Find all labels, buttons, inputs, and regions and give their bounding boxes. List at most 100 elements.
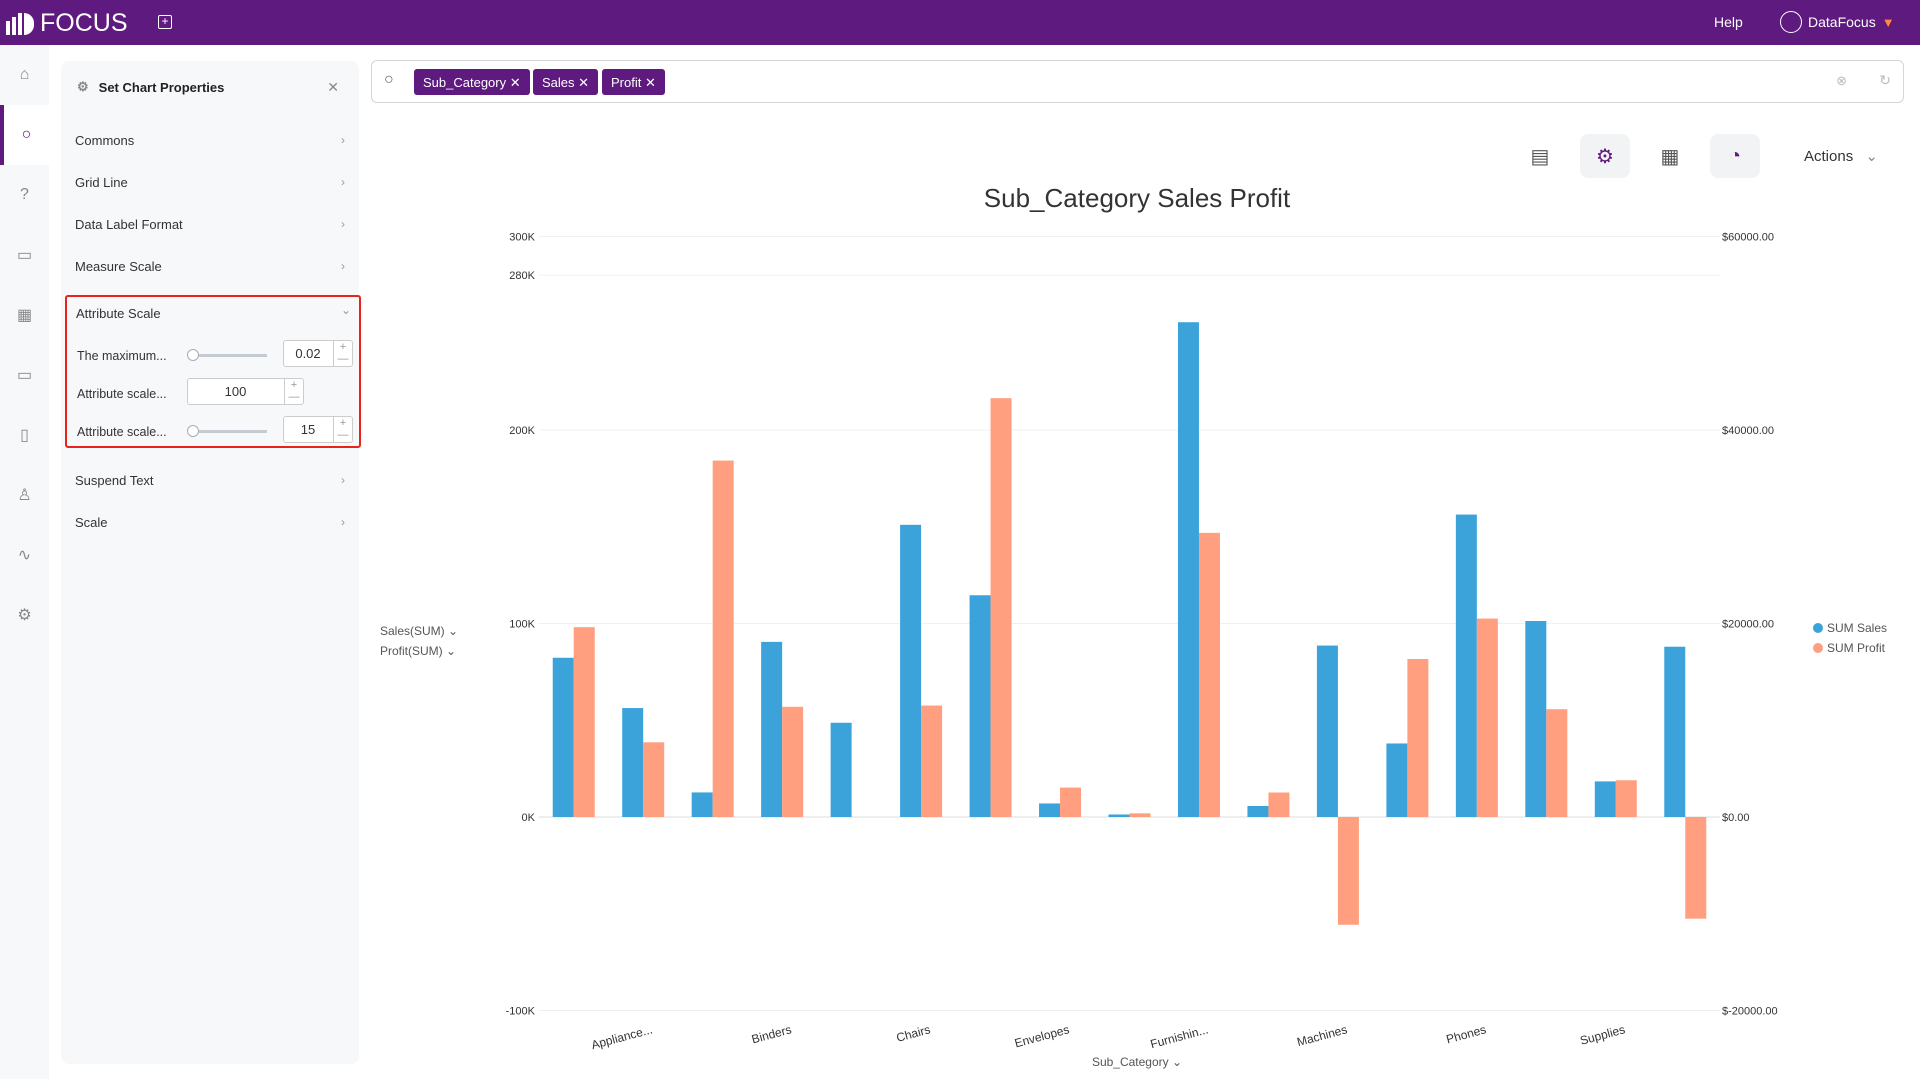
bar-profit-art (712, 460, 734, 817)
search-nav[interactable]: ○ (0, 105, 49, 165)
section-commons[interactable]: Commons › (75, 133, 351, 153)
max-input[interactable]: 0.02 + — (283, 340, 353, 367)
table-nav[interactable]: ▦ (0, 285, 49, 345)
search-bar[interactable]: ○ Sub_Category ✕ Sales ✕ Profit ✕ ⊗ ↻ (371, 60, 1904, 103)
bar-sales-copiers (969, 595, 991, 817)
bar-profit-tables (1685, 817, 1707, 919)
stepper[interactable]: + — (333, 341, 352, 366)
x-tick-label: Furnishin... (1149, 1022, 1210, 1051)
bar-profit-appliances (643, 742, 665, 817)
chevron-right-icon: › (341, 217, 345, 231)
user-menu[interactable]: DataFocus ▼ (1780, 11, 1895, 33)
table-icon: ▦ (16, 307, 33, 324)
chip-sales[interactable]: Sales ✕ (533, 69, 599, 95)
scale-input[interactable]: 100 + — (187, 378, 304, 405)
bar-profit-chairs (921, 705, 943, 817)
user-nav[interactable]: ♙ (0, 465, 49, 525)
legend-item: SUM Sales (1827, 621, 1887, 635)
chip-sub-category[interactable]: Sub_Category ✕ (414, 69, 530, 95)
bar-sales-art (691, 792, 713, 817)
x-tick-label: Envelopes (1013, 1022, 1071, 1050)
bar-profit-copiers (990, 398, 1012, 817)
chevron-down-icon[interactable]: ⌄ (341, 303, 351, 317)
left-tick-label: 100K (509, 619, 535, 631)
section-attribute-scale[interactable]: Attribute Scale (76, 306, 161, 321)
attribute-scale-section: Attribute Scale ⌄ The maximum... 0.02 + — … (65, 295, 361, 448)
bar-profit-paper (1407, 659, 1429, 817)
scale2-slider[interactable] (187, 425, 267, 437)
right-tick-label: $60000.00 (1722, 232, 1774, 244)
close-icon[interactable]: ✕ (327, 79, 339, 96)
help-nav[interactable]: ? (0, 165, 49, 225)
bar-sales-paper (1386, 743, 1408, 817)
scale2-input[interactable]: 15 + — (283, 416, 353, 443)
new-tab-button[interactable]: + (158, 15, 172, 29)
section-measure-scale[interactable]: Measure Scale › (75, 259, 351, 279)
bar-profit-phones (1476, 618, 1498, 817)
home-icon: ⌂ (19, 66, 30, 83)
table-view-button[interactable]: ▦ (1645, 134, 1695, 178)
left-tick-label: -100K (506, 1006, 536, 1018)
top-bar: FOCUS + Help DataFocus ▼ (0, 0, 1920, 45)
right-tick-label: $0.00 (1722, 812, 1750, 824)
clipboard-icon: ▯ (20, 427, 29, 444)
chart-properties-panel: ⚙ Set Chart Properties ✕ Commons › Grid Lin… (61, 61, 361, 1064)
clear-icon[interactable]: ⊗ (1836, 73, 1847, 89)
measure-label: Sales(SUM) ⌄ (380, 624, 458, 638)
x-axis-label: Sub_Category ⌄ (1092, 1055, 1182, 1069)
section-grid-line[interactable]: Grid Line › (75, 175, 351, 195)
gear-icon: ⚙ (1596, 145, 1614, 168)
badge-icon: ▼ (1881, 14, 1895, 30)
chevron-right-icon: › (341, 133, 345, 147)
presentation-icon: ▭ (16, 247, 33, 264)
x-tick-label: Binders (750, 1022, 793, 1046)
max-slider[interactable] (187, 349, 267, 361)
x-tick-label: Machines (1295, 1022, 1348, 1049)
left-tick-label: 300K (509, 232, 535, 244)
bar-sales-accessories (552, 657, 574, 817)
activity-nav[interactable]: ∿ (0, 525, 49, 585)
sidebar: ⌂ ○? ▭ ▦ ▭ ▯ ♙ ∿ ⚙ (0, 45, 49, 1079)
search-icon: ○ (21, 126, 32, 143)
settings-nav[interactable]: ⚙ (0, 585, 49, 645)
bar-sales-supplies (1594, 781, 1616, 817)
bar-sales-phones (1455, 514, 1477, 817)
gear-icon: ⚙ (77, 79, 89, 94)
section-scale[interactable]: Scale › (75, 515, 351, 535)
bar-sales-bookcases (830, 722, 852, 817)
bar-profit-storage (1546, 709, 1568, 817)
bar-sales-binders (761, 641, 783, 817)
chart-settings-button[interactable]: ⚙ (1580, 134, 1630, 178)
max-label: The maximum... (77, 349, 167, 363)
refresh-icon[interactable]: ↻ (1879, 72, 1891, 89)
x-tick-label: Appliance... (590, 1022, 654, 1052)
chevron-right-icon: › (341, 175, 345, 189)
panel-title: Set Chart Properties (98, 79, 225, 95)
bar-sales-fasteners (1108, 814, 1130, 817)
clipboard-nav[interactable]: ▯ (0, 405, 49, 465)
stepper[interactable]: + — (333, 417, 352, 442)
presentation-nav[interactable]: ▭ (0, 225, 49, 285)
chevron-right-icon: › (341, 259, 345, 273)
stepper[interactable]: + — (284, 379, 303, 404)
chip-profit[interactable]: Profit ✕ (602, 69, 665, 95)
bar-profit-accessories (573, 627, 595, 817)
bar-profit-labels (1268, 792, 1290, 817)
chevron-right-icon: › (341, 473, 345, 487)
section-data-label-format[interactable]: Data Label Format › (75, 217, 351, 237)
chart-type-button[interactable]: ◔ (1710, 134, 1760, 178)
home-nav[interactable]: ⌂ (0, 45, 49, 105)
left-tick-label: 280K (509, 270, 535, 282)
settings-icon: ⚙ (17, 607, 32, 624)
scale-label: Attribute scale... (77, 387, 167, 401)
bar-profit-binders (782, 706, 804, 817)
chart-info-button[interactable]: ▤ (1515, 134, 1565, 178)
bar-sales-appliances (622, 708, 644, 817)
receipt-icon: ▤ (1530, 145, 1550, 168)
logo: FOCUS (6, 9, 128, 38)
actions-dropdown[interactable]: Actions ⌄ (1804, 147, 1878, 165)
section-suspend-text[interactable]: Suspend Text › (75, 473, 351, 493)
folder-nav[interactable]: ▭ (0, 345, 49, 405)
right-tick-label: $20000.00 (1722, 619, 1774, 631)
help-link[interactable]: Help (1714, 14, 1743, 30)
